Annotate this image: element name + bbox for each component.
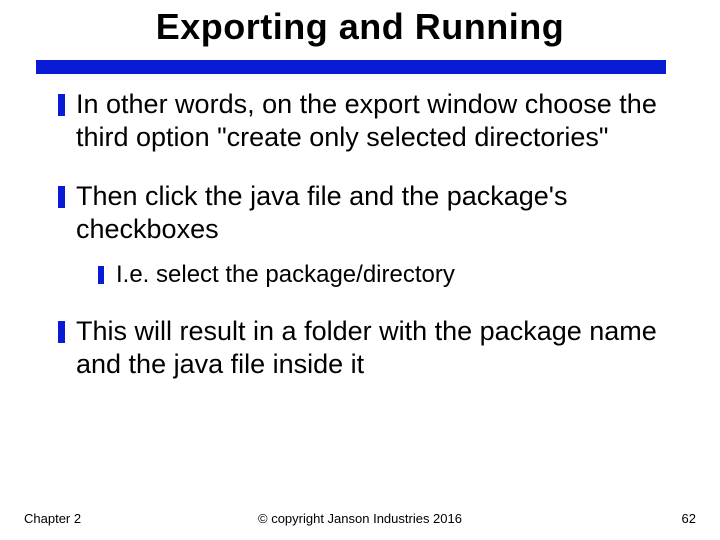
bullet-item: This will result in a folder with the pa…	[58, 315, 680, 381]
footer-page-number: 62	[682, 511, 696, 526]
bullet-text: This will result in a folder with the pa…	[76, 315, 680, 381]
slide-body: In other words, on the export window cho…	[58, 88, 680, 407]
bullet-text: Then click the java file and the package…	[76, 180, 680, 246]
slide: Exporting and Running In other words, on…	[0, 0, 720, 540]
slide-title: Exporting and Running	[0, 6, 720, 48]
sub-bullet-text: I.e. select the package/directory	[116, 260, 455, 289]
bullet-item: Then click the java file and the package…	[58, 180, 680, 246]
bullet-item: In other words, on the export window cho…	[58, 88, 680, 154]
bullet-bar-icon	[58, 186, 66, 208]
slide-footer: Chapter 2 © copyright Janson Industries …	[0, 508, 720, 526]
bullet-bar-icon	[58, 94, 66, 116]
bullet-bar-icon	[98, 266, 106, 284]
bullet-bar-icon	[58, 321, 66, 343]
footer-copyright: © copyright Janson Industries 2016	[0, 511, 720, 526]
title-rule	[36, 60, 666, 74]
sub-bullet-item: I.e. select the package/directory	[98, 260, 680, 289]
bullet-text: In other words, on the export window cho…	[76, 88, 680, 154]
